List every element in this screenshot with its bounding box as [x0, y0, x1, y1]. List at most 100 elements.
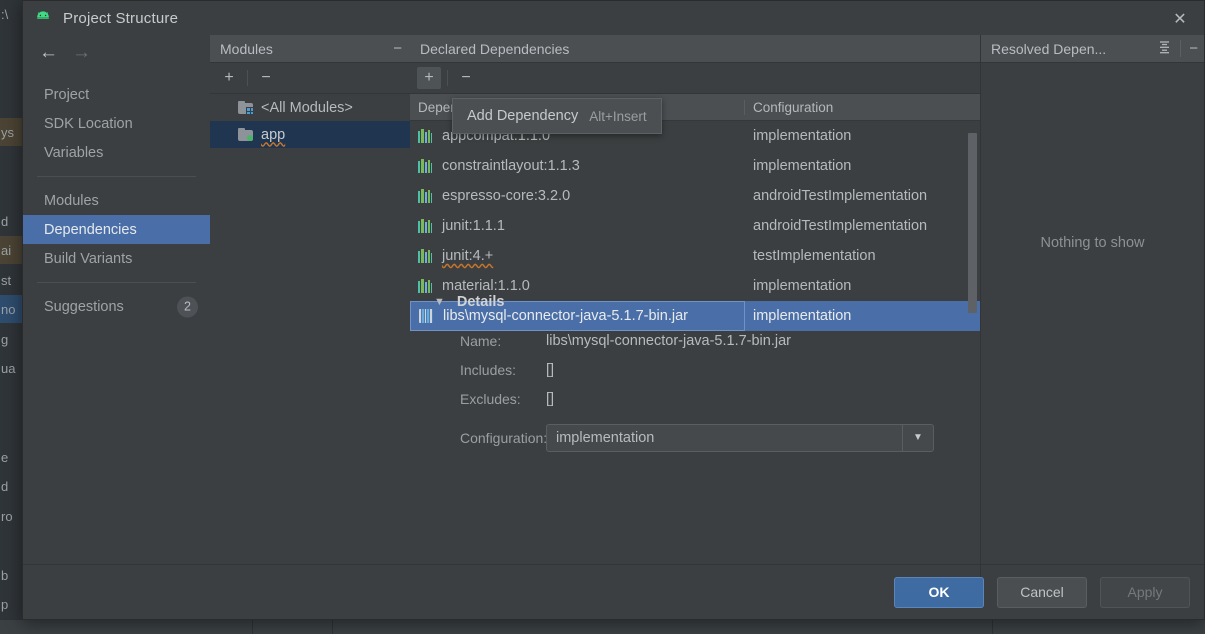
module-row-app[interactable]: app [210, 121, 410, 148]
table-row[interactable]: junit:4.+ testImplementation [410, 241, 980, 271]
sidebar-item-label: Dependencies [44, 221, 137, 238]
details-header[interactable]: ▼ Details [434, 294, 980, 310]
folder-modules-icon [238, 101, 253, 114]
nav-history-controls: ← → [23, 35, 210, 69]
modules-panel-title: Modules [220, 40, 273, 57]
sidebar-item-variables[interactable]: Variables [23, 138, 210, 167]
declared-panel-header: Declared Dependencies [410, 35, 980, 63]
ide-status-segment [252, 620, 333, 634]
sidebar-item-label: Modules [44, 192, 99, 209]
library-icon [418, 249, 432, 263]
resolved-dependencies-panel: Resolved Depen... − Nothing to show [981, 35, 1204, 585]
resolved-empty-message: Nothing to show [1040, 235, 1145, 251]
library-icon [418, 129, 432, 143]
ide-status-bar [0, 619, 1205, 634]
modules-list: <All Modules> app [210, 94, 410, 148]
remove-module-button[interactable]: − [254, 67, 278, 89]
add-module-button[interactable]: + [217, 67, 241, 89]
detail-value: [] [546, 361, 555, 378]
detail-row-configuration: Configuration: implementation ▼ [434, 423, 980, 452]
toolbar-divider [247, 70, 248, 86]
dialog-title: Project Structure [63, 9, 179, 27]
collapse-all-icon[interactable] [1157, 40, 1172, 58]
suggestions-count-badge: 2 [177, 296, 198, 317]
add-dependency-button[interactable]: + [417, 67, 441, 89]
detail-row-name: Name: libs\mysql-connector-java-5.1.7-bi… [434, 326, 980, 355]
declared-toolbar: + − [410, 63, 980, 94]
dependency-name: constraintlayout:1.1.3 [442, 158, 580, 174]
project-structure-dialog: Project Structure ✕ ← → Project SDK Loca… [22, 0, 1205, 620]
module-row-all-modules[interactable]: <All Modules> [210, 94, 410, 121]
detail-row-includes: Includes: [] [434, 355, 980, 384]
library-icon [418, 159, 432, 173]
detail-label: Configuration: [460, 429, 548, 446]
close-icon[interactable]: ✕ [1170, 9, 1190, 29]
dependency-configuration: implementation [753, 158, 852, 174]
dependency-configuration: androidTestImplementation [753, 218, 928, 234]
dependency-name: junit:1.1.1 [442, 218, 505, 234]
column-header-configuration[interactable]: Configuration [745, 100, 980, 115]
module-row-label: <All Modules> [261, 99, 353, 116]
ide-status-segment [332, 620, 993, 634]
modules-toolbar: + − [210, 63, 410, 94]
arrow-left-icon[interactable]: ← [39, 43, 58, 62]
modules-panel-header: Modules − [210, 35, 410, 63]
ide-background-code-text: :\ ys d ai st no g ua e d ro b p g [1, 7, 16, 612]
arrow-right-icon[interactable]: → [72, 43, 91, 62]
dependency-name: junit:4.+ [442, 248, 494, 264]
minimize-icon[interactable]: − [1189, 41, 1198, 56]
table-row[interactable]: espresso-core:3.2.0 androidTestImplement… [410, 181, 980, 211]
table-row[interactable]: constraintlayout:1.1.3 implementation [410, 151, 980, 181]
details-fields: Name: libs\mysql-connector-java-5.1.7-bi… [434, 326, 980, 452]
sidebar-item-label: Project [44, 86, 90, 103]
sidebar-divider [37, 282, 196, 283]
sidebar-item-dependencies[interactable]: Dependencies [23, 215, 210, 244]
details-section: ▼ Details Name: libs\mysql-connector-jav… [410, 276, 980, 585]
apply-button: Apply [1100, 576, 1190, 608]
configuration-select[interactable]: implementation ▼ [546, 423, 934, 452]
sidebar-item-label: Build Variants [44, 250, 133, 267]
detail-label: Excludes: [460, 390, 521, 407]
module-row-label: app [261, 126, 286, 143]
resolved-panel-title: Resolved Depen... [991, 40, 1107, 57]
sidebar-item-label: Suggestions [44, 298, 124, 315]
add-dependency-tooltip: Add Dependency Alt+Insert [452, 98, 662, 134]
tooltip-label: Add Dependency [467, 108, 579, 124]
header-divider [1180, 40, 1182, 57]
resolved-panel-header: Resolved Depen... − [981, 35, 1204, 63]
folder-app-icon [238, 128, 253, 141]
cancel-button[interactable]: Cancel [997, 576, 1087, 608]
sidebar-item-sdk-location[interactable]: SDK Location [23, 109, 210, 138]
library-icon [418, 189, 432, 203]
detail-label: Includes: [460, 361, 517, 378]
minimize-icon[interactable]: − [393, 41, 402, 56]
detail-value: [] [546, 390, 555, 407]
tooltip-shortcut: Alt+Insert [589, 108, 647, 124]
table-row[interactable]: junit:1.1.1 androidTestImplementation [410, 211, 980, 241]
sidebar: ← → Project SDK Location Variables Modul… [23, 35, 211, 585]
sidebar-item-modules[interactable]: Modules [23, 186, 210, 215]
modules-panel: Modules − + − <All Modules> app [210, 35, 411, 585]
detail-label: Name: [460, 332, 502, 349]
android-robot-icon [33, 8, 53, 28]
configuration-value: implementation [556, 429, 655, 446]
dialog-titlebar: Project Structure ✕ [23, 1, 1204, 35]
dependency-configuration: androidTestImplementation [753, 188, 928, 204]
sidebar-item-project[interactable]: Project [23, 80, 210, 109]
chevron-down-icon[interactable]: ▼ [902, 424, 933, 451]
dialog-footer: OK Cancel Apply [23, 564, 1204, 619]
sidebar-item-build-variants[interactable]: Build Variants [23, 244, 210, 273]
triangle-down-icon[interactable]: ▼ [434, 296, 445, 308]
detail-value: libs\mysql-connector-java-5.1.7-bin.jar [546, 332, 791, 349]
details-title: Details [456, 294, 505, 310]
dependency-configuration: implementation [753, 128, 852, 144]
ok-button[interactable]: OK [894, 576, 984, 608]
sidebar-item-label: Variables [44, 144, 104, 161]
remove-dependency-button[interactable]: − [454, 67, 478, 89]
dependency-name: espresso-core:3.2.0 [442, 188, 571, 204]
library-icon [418, 219, 432, 233]
sidebar-item-label: SDK Location [44, 115, 133, 132]
detail-row-excludes: Excludes: [] [434, 384, 980, 413]
sidebar-item-suggestions[interactable]: Suggestions 2 [23, 292, 210, 321]
declared-panel-title: Declared Dependencies [420, 40, 570, 57]
